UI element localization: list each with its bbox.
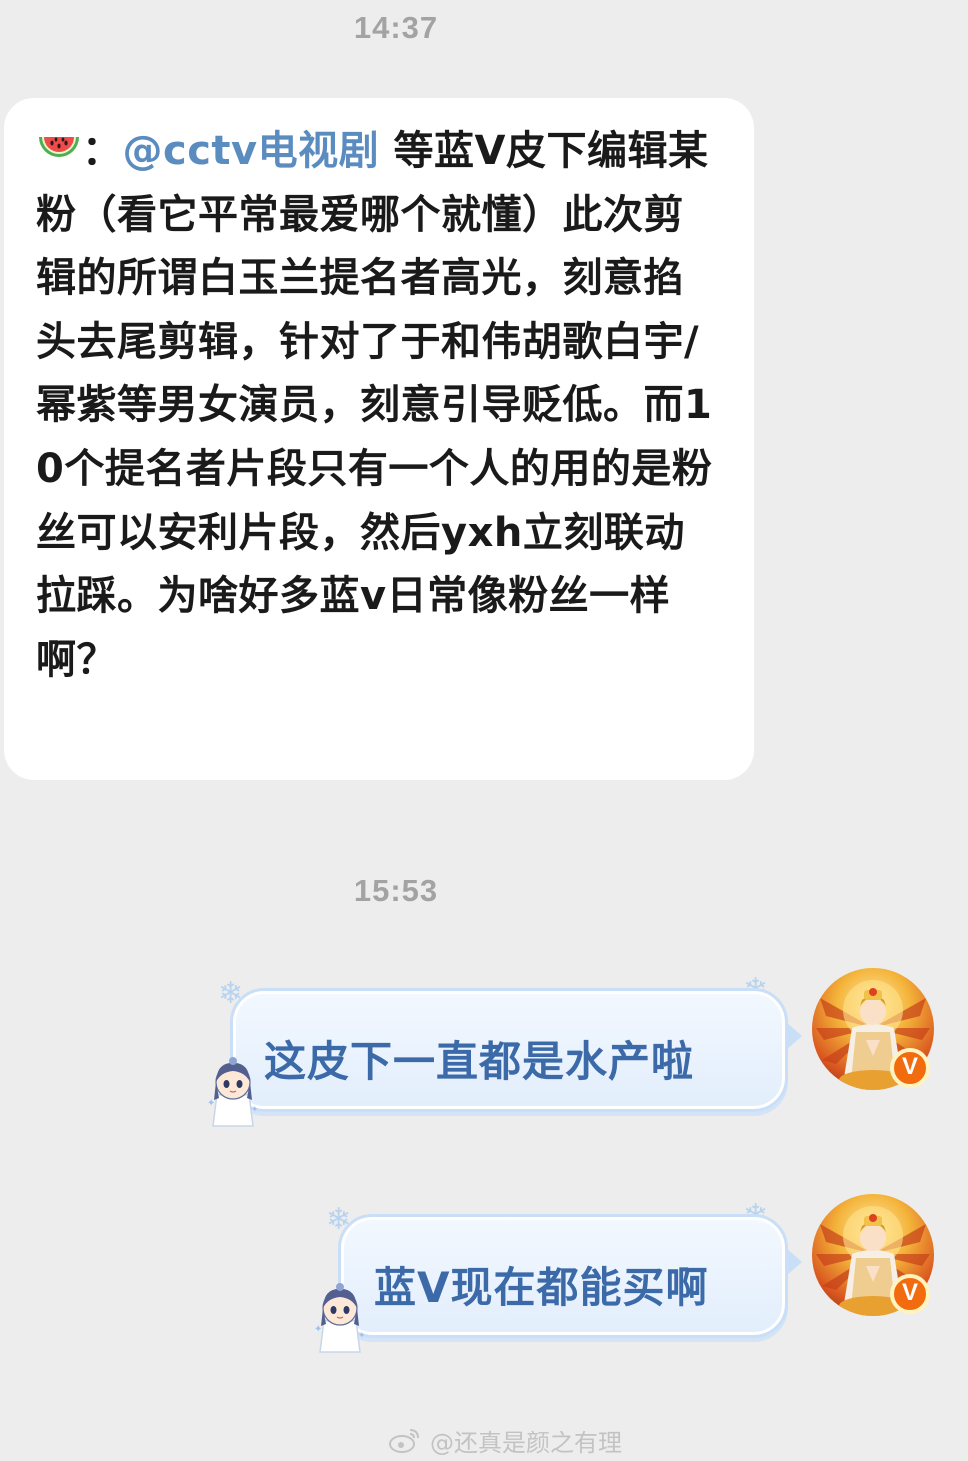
bubble-tail: [786, 1022, 802, 1050]
message-prefix: ：: [82, 128, 123, 174]
bubble-tail: [786, 1248, 802, 1276]
timestamp: 15:53: [353, 873, 439, 908]
mention-link[interactable]: @cctv电视剧: [123, 128, 380, 174]
incoming-message-bubble[interactable]: ：@cctv电视剧 等蓝V皮下编辑某粉（看它平常最爱哪个就懂）此次剪辑的所谓白玉…: [4, 98, 754, 780]
outgoing-message-text: 蓝V现在都能买啊: [374, 1263, 709, 1312]
svg-text:✦: ✦: [207, 1098, 215, 1109]
outgoing-message-text: 这皮下一直都是水产啦: [264, 1037, 695, 1086]
verified-v-badge: V: [890, 1274, 930, 1314]
svg-text:✦: ✦: [251, 1105, 259, 1115]
verified-v-badge: V: [890, 1048, 930, 1088]
incoming-message-text: ：@cctv电视剧 等蓝V皮下编辑某粉（看它平常最爱哪个就懂）此次剪辑的所谓白玉…: [36, 120, 724, 692]
svg-text:✦: ✦: [358, 1331, 366, 1341]
timestamp: 14:37: [353, 10, 439, 45]
watermelon-icon: [39, 137, 79, 157]
watermark: @还真是颜之有理: [388, 1420, 622, 1460]
weibo-icon: [389, 1429, 419, 1453]
message-body: 等蓝V皮下编辑某粉（看它平常最爱哪个就懂）此次剪辑的所谓白玉兰提名者高光，刻意掐…: [36, 128, 713, 683]
chibi-character-icon: ✦ ✦: [314, 1283, 366, 1353]
chibi-character-icon: ✦ ✦: [207, 1057, 259, 1127]
watermark-text: @还真是颜之有理: [430, 1428, 622, 1457]
svg-text:✦: ✦: [314, 1324, 322, 1335]
